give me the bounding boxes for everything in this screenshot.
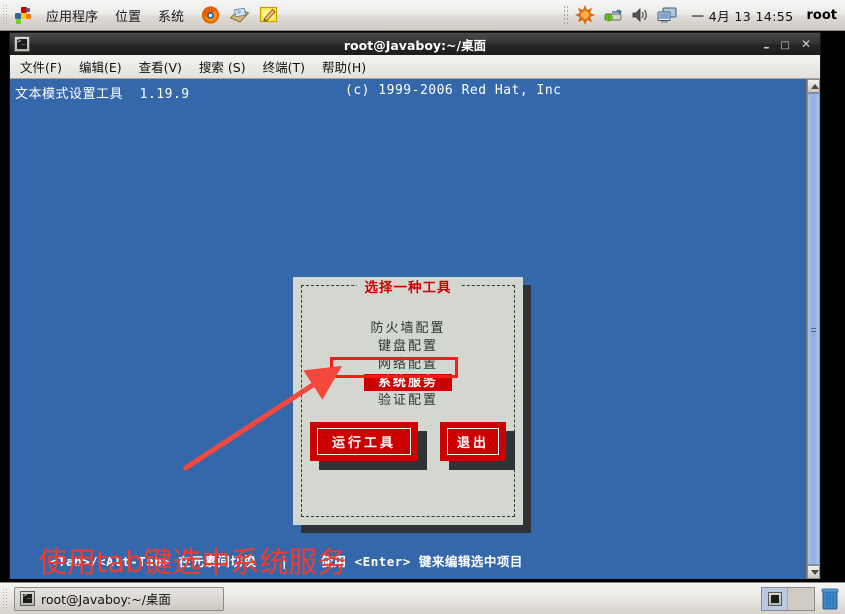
workspace-window-thumb [767, 591, 782, 606]
scroll-track[interactable] [807, 93, 820, 565]
window-controls [763, 38, 820, 51]
copyright-text: (c) 1999-2006 Red Hat, Inc [345, 83, 562, 98]
quit-button-wrap: 退出 [440, 422, 516, 470]
tray-grip[interactable] [563, 5, 569, 25]
trash-icon[interactable] [819, 586, 841, 612]
dialog-title: 选择一种工具 [356, 280, 460, 296]
panel-launchers [188, 4, 280, 26]
tool-select-dialog: 选择一种工具 防火墙配置 键盘配置 网络配置 系统服务 验证配置 运行工具 退出 [293, 277, 523, 525]
menu-search[interactable]: 搜索 (S) [197, 56, 248, 77]
window-titlebar[interactable]: root@Javaboy:~/桌面 [10, 33, 820, 55]
workspace-1[interactable] [762, 587, 788, 610]
menu-system[interactable]: 系统 [154, 3, 188, 28]
scroll-down-arrow[interactable] [807, 565, 820, 579]
taskbar-window-button[interactable]: root@Javaboy:~/桌面 [14, 586, 224, 611]
text-editor-launcher-icon[interactable] [258, 4, 280, 26]
menu-terminal[interactable]: 终端(T) [261, 56, 307, 77]
evolution-mail-launcher-icon[interactable] [229, 4, 251, 26]
maximize-button[interactable] [780, 38, 789, 51]
tty-header-line: 文本模式设置工具 1.19.9 (c) 1999-2006 Red Hat, I… [10, 83, 806, 102]
terminal-menubar: 文件(F) 编辑(E) 查看(V) 搜索 (S) 终端(T) 帮助(H) [10, 55, 820, 79]
tool-name-version: 文本模式设置工具 1.19.9 [15, 87, 190, 102]
scroll-thumb-grip [811, 326, 816, 332]
workspace-2[interactable] [788, 588, 814, 610]
clock[interactable]: 一 4月 13 14:55 [685, 6, 799, 25]
volume-icon[interactable] [631, 5, 649, 25]
terminal-scrollbar[interactable] [806, 79, 820, 579]
tty-screen[interactable]: 文本模式设置工具 1.19.9 (c) 1999-2006 Red Hat, I… [10, 79, 806, 579]
dialog-border: 选择一种工具 防火墙配置 键盘配置 网络配置 系统服务 验证配置 运行工具 退出 [301, 280, 516, 517]
terminal-icon [20, 591, 35, 606]
scroll-up-arrow[interactable] [807, 79, 820, 93]
list-item-authentication[interactable]: 验证配置 [374, 392, 442, 409]
menu-places[interactable]: 位置 [111, 3, 145, 28]
software-update-icon[interactable] [575, 5, 596, 25]
top-panel: 应用程序 位置 系统 一 4月 13 14:55 root [0, 0, 845, 31]
minimize-button[interactable] [763, 38, 769, 50]
bottom-panel: root@Javaboy:~/桌面 [0, 582, 845, 614]
terminal-window: root@Javaboy:~/桌面 文件(F) 编辑(E) 查看(V) 搜索 (… [9, 32, 821, 579]
list-item-network[interactable]: 网络配置 [374, 356, 442, 373]
menu-file[interactable]: 文件(F) [18, 56, 64, 77]
menu-help[interactable]: 帮助(H) [320, 56, 368, 77]
dialog-title-wrap: 选择一种工具 [302, 276, 514, 296]
panel-menu-group: 应用程序 位置 系统 [8, 3, 188, 28]
run-tool-button-label: 运行工具 [316, 428, 411, 455]
firefox-launcher-icon[interactable] [200, 4, 222, 26]
tool-list: 防火墙配置 键盘配置 网络配置 系统服务 验证配置 [302, 320, 514, 409]
system-tray: 一 4月 13 14:55 root [563, 5, 845, 25]
bottom-panel-grip[interactable] [2, 587, 8, 610]
run-tool-button[interactable]: 运行工具 [309, 422, 418, 461]
window-title: root@Javaboy:~/桌面 [343, 37, 487, 53]
menu-view[interactable]: 查看(V) [137, 56, 184, 77]
terminal-body: 文本模式设置工具 1.19.9 (c) 1999-2006 Red Hat, I… [10, 79, 820, 579]
list-item-keyboard[interactable]: 键盘配置 [374, 338, 442, 355]
run-tool-button-wrap: 运行工具 [309, 422, 427, 470]
taskbar-window-label: root@Javaboy:~/桌面 [41, 592, 171, 607]
menu-edit[interactable]: 编辑(E) [77, 56, 124, 77]
list-item-firewall[interactable]: 防火墙配置 [366, 320, 449, 337]
network-manager-icon[interactable] [602, 5, 624, 25]
list-item-system-services[interactable]: 系统服务 [363, 374, 452, 391]
display-icon[interactable] [656, 5, 678, 25]
desktop-screen: 应用程序 位置 系统 一 4月 13 14:55 root >_ root@Ja… [0, 0, 845, 614]
menu-applications[interactable]: 应用程序 [42, 3, 102, 28]
scroll-thumb[interactable] [807, 93, 820, 565]
quit-button-label: 退出 [447, 428, 500, 455]
quit-button[interactable]: 退出 [440, 422, 507, 461]
dialog-buttons: 运行工具 退出 [302, 422, 516, 470]
user-menu[interactable]: root [807, 8, 845, 23]
annotation-text: 使用tab键选中系统服务 [38, 545, 347, 579]
close-button[interactable] [801, 38, 811, 50]
applications-menu-icon[interactable] [14, 6, 33, 25]
workspace-switcher[interactable] [761, 586, 815, 611]
bottom-panel-right [761, 586, 845, 612]
